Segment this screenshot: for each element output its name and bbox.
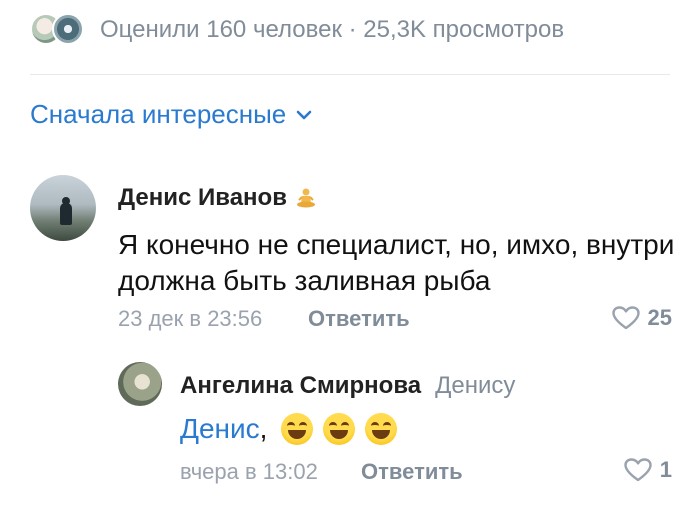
- person-in-lotus-position-icon: [295, 187, 317, 209]
- avatar: [52, 13, 84, 45]
- laughing-face-icon: [365, 413, 398, 445]
- avatar[interactable]: [118, 362, 162, 406]
- divider: [30, 74, 670, 75]
- author-name: Денис Иванов: [118, 184, 287, 211]
- sort-label: Сначала интересные: [30, 99, 287, 129]
- like-count: 1: [659, 457, 672, 482]
- like-button[interactable]: 1: [624, 457, 672, 483]
- reply-button[interactable]: Ответить: [361, 459, 463, 485]
- like-count: 25: [647, 305, 672, 330]
- like-button[interactable]: 25: [611, 305, 672, 331]
- avatar[interactable]: [30, 175, 96, 241]
- laughing-face-icon: [281, 413, 314, 445]
- likes-and-views-summary[interactable]: Оценили 160 человек · 25,3K просмотров: [100, 16, 564, 44]
- comment-author[interactable]: Денис Иванов: [118, 184, 317, 212]
- comment-date: 23 дек в 23:56: [118, 306, 263, 331]
- sort-dropdown[interactable]: Сначала интересные: [30, 99, 312, 130]
- comment-text: Я конечно не специалист, но, имхо, внутр…: [118, 229, 675, 296]
- reply-button[interactable]: Ответить: [308, 306, 410, 332]
- laughing-face-icon: [323, 413, 356, 445]
- reply-to-label[interactable]: Денису: [435, 372, 515, 400]
- heart-icon: [624, 458, 652, 482]
- comment-text: Денис,: [180, 411, 398, 447]
- mention-link[interactable]: Денис: [180, 411, 260, 447]
- comment-author[interactable]: Ангелина Смирнова Денису: [180, 372, 515, 400]
- comment-date: вчера в 13:02: [180, 459, 318, 484]
- liked-by-avatars[interactable]: [30, 13, 86, 45]
- heart-icon: [611, 306, 640, 330]
- author-name: Ангелина Смирнова: [180, 372, 422, 399]
- chevron-down-icon: [296, 110, 312, 119]
